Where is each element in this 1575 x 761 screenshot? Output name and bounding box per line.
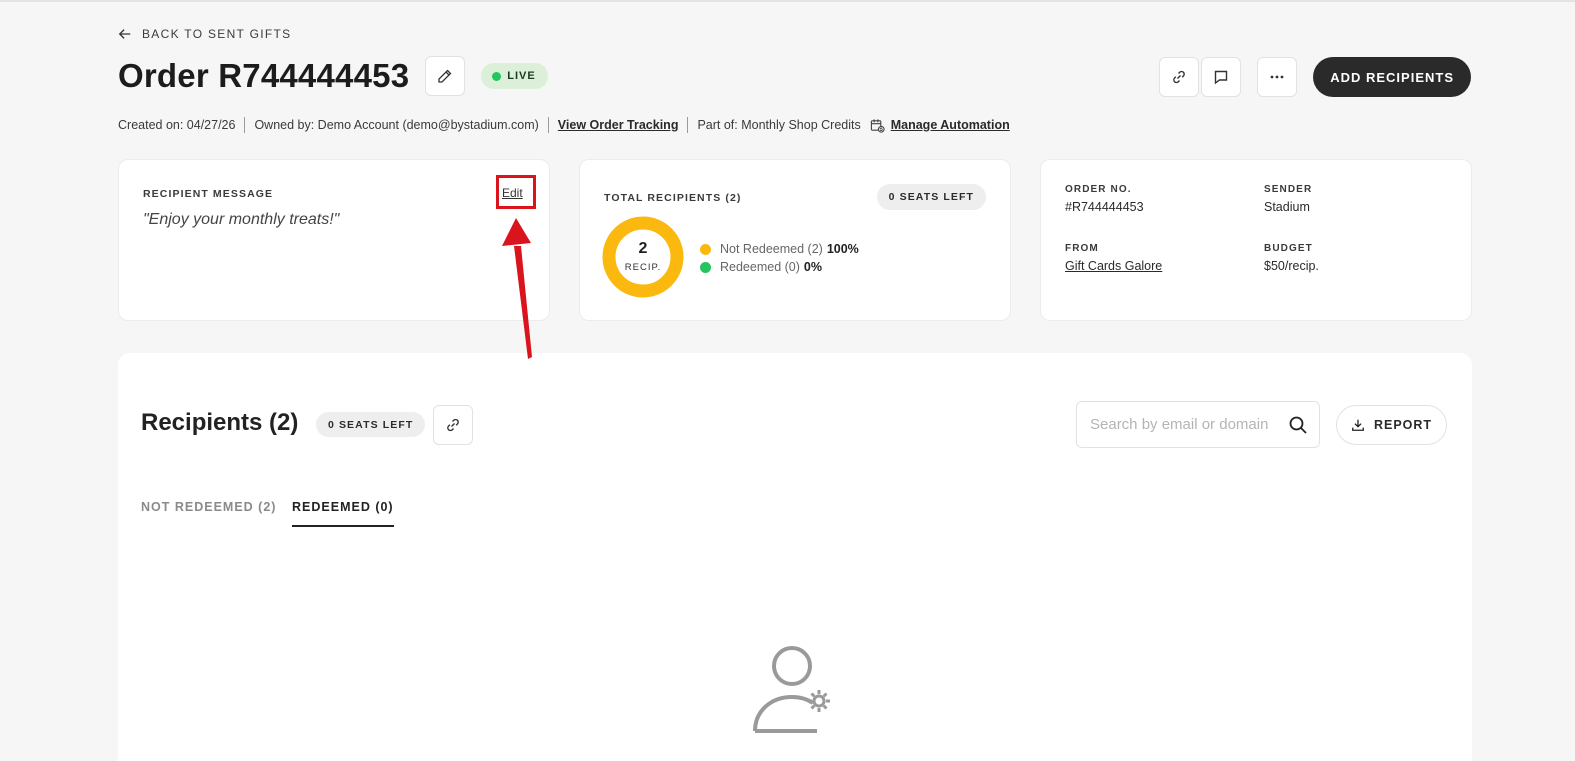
link-icon <box>1173 70 1186 84</box>
legend-label: Not Redeemed (2) <box>720 242 823 256</box>
back-to-sent-gifts-link[interactable]: BACK TO SENT GIFTS <box>118 27 291 41</box>
recipient-message-label: RECIPIENT MESSAGE <box>143 188 274 200</box>
header-actions: ADD RECIPIENTS <box>1159 57 1471 97</box>
add-recipients-button[interactable]: ADD RECIPIENTS <box>1313 57 1471 97</box>
legend-label: Redeemed (0) <box>720 260 800 274</box>
copy-recipients-link-button[interactable] <box>433 405 473 445</box>
back-label: BACK TO SENT GIFTS <box>142 27 292 41</box>
legend-pct: 0% <box>803 260 822 274</box>
arrow-left-icon <box>118 29 131 39</box>
view-order-tracking-link[interactable]: View Order Tracking <box>558 118 679 132</box>
total-recipients-card: TOTAL RECIPIENTS (2) 0 SEATS LEFT 2 RECI… <box>579 159 1011 321</box>
annotation-highlight-box <box>496 175 536 209</box>
donut-count: 2 <box>638 240 648 257</box>
redeemed-dot-icon <box>700 261 711 273</box>
recipient-message-card: RECIPIENT MESSAGE "Enjoy your monthly tr… <box>118 159 550 321</box>
search-icon[interactable] <box>1288 415 1308 435</box>
owned-by: Owned by: Demo Account (demo@bystadium.c… <box>254 118 539 132</box>
from-merchant-link[interactable]: Gift Cards Galore <box>1065 259 1162 273</box>
user-settings-icon <box>753 646 830 733</box>
sender-value: Stadium <box>1264 200 1310 214</box>
donut-legend: Not Redeemed (2) 100% Redeemed (0) 0% <box>700 240 859 276</box>
comment-icon <box>1215 70 1228 85</box>
meta-divider <box>547 117 549 133</box>
search-input[interactable] <box>1090 416 1280 433</box>
from-block: FROM Gift Cards Galore <box>1065 243 1162 273</box>
order-no-value: #R744444453 <box>1065 200 1144 214</box>
donut-sublabel: RECIP. <box>624 262 662 273</box>
report-button[interactable]: REPORT <box>1336 405 1447 445</box>
meta-divider <box>687 117 689 133</box>
from-label: FROM <box>1065 243 1099 254</box>
link-icon <box>447 418 459 432</box>
sender-label: SENDER <box>1264 184 1313 195</box>
budget-value: $50/recip. <box>1264 259 1319 273</box>
tab-not-redeemed[interactable]: NOT REDEEMED (2) <box>141 500 276 514</box>
total-recipients-label: TOTAL RECIPIENTS (2) <box>604 192 742 204</box>
budget-block: BUDGET $50/recip. <box>1264 243 1319 273</box>
order-meta: Created on: 04/27/26 Owned by: Demo Acco… <box>118 117 1010 133</box>
seats-left-badge: 0 SEATS LEFT <box>316 412 426 437</box>
created-on: Created on: 04/27/26 <box>118 118 236 132</box>
download-icon <box>1352 419 1364 431</box>
manage-automation-link[interactable]: Manage Automation <box>891 118 1010 132</box>
calendar-sync-icon <box>870 118 885 133</box>
edit-title-button[interactable] <box>425 56 466 96</box>
not-redeemed-dot-icon <box>700 243 711 255</box>
status-badge: LIVE <box>481 63 548 89</box>
more-horizontal-icon <box>1270 75 1284 79</box>
comment-button[interactable] <box>1201 57 1242 97</box>
legend-not-redeemed: Not Redeemed (2) 100% <box>700 240 859 258</box>
status-label: LIVE <box>507 70 536 82</box>
pencil-icon <box>438 69 452 83</box>
page-title: Order R744444453 <box>118 57 410 94</box>
top-divider <box>0 0 1575 2</box>
legend-redeemed: Redeemed (0) 0% <box>700 258 859 276</box>
tab-redeemed[interactable]: REDEEMED (0) <box>292 500 394 527</box>
recipients-title: Recipients (2) <box>141 409 299 436</box>
legend-pct: 100% <box>826 242 859 256</box>
order-details-card: ORDER NO. #R744444453 SENDER Stadium FRO… <box>1040 159 1472 321</box>
seats-left-badge: 0 SEATS LEFT <box>876 184 986 210</box>
copy-link-button[interactable] <box>1159 57 1200 97</box>
part-of: Part of: Monthly Shop Credits <box>697 118 861 132</box>
recipients-panel: Recipients (2) 0 SEATS LEFT REPORT NOT R… <box>118 353 1472 761</box>
search-field[interactable] <box>1076 401 1320 448</box>
order-no-block: ORDER NO. #R744444453 <box>1065 184 1144 214</box>
order-no-label: ORDER NO. <box>1065 184 1132 195</box>
more-options-button[interactable] <box>1257 57 1298 97</box>
order-title-row: Order R744444453 LIVE <box>118 56 548 96</box>
meta-divider <box>244 117 246 133</box>
live-dot-icon <box>492 71 502 81</box>
budget-label: BUDGET <box>1264 243 1313 254</box>
report-label: REPORT <box>1373 418 1433 432</box>
recipient-message-text: "Enjoy your monthly treats!" <box>143 211 340 228</box>
sender-block: SENDER Stadium <box>1264 184 1312 214</box>
